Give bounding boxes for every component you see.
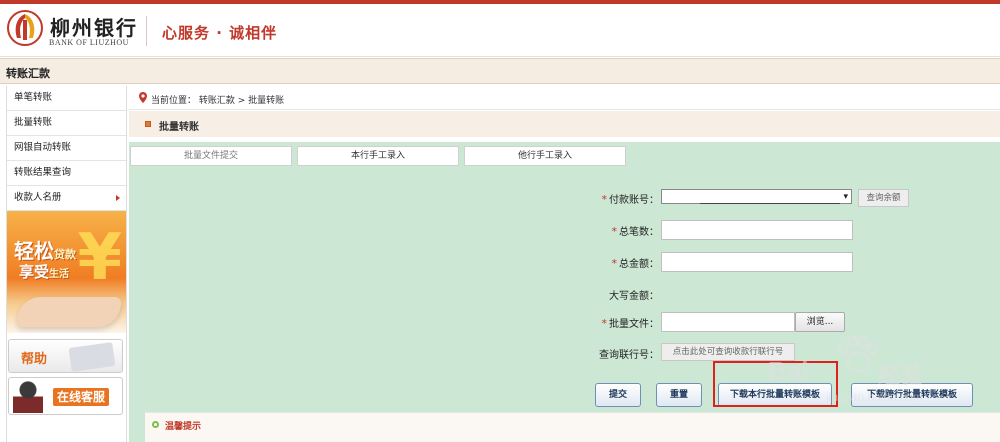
batch-file-label-text: 批量文件： xyxy=(609,319,659,330)
site-header: 柳州银行 BANK OF LIUZHOU 心服务 · 诚相伴 xyxy=(0,4,1000,57)
page-title: 批量转账 xyxy=(159,122,199,133)
tab-other-bank-manual[interactable]: 他行手工录入 xyxy=(464,146,626,166)
batch-file-input[interactable] xyxy=(661,312,795,332)
tab-batch-file-submit[interactable]: 批量文件提交 xyxy=(130,146,292,166)
slogan: 心服务 · 诚相伴 xyxy=(162,24,278,42)
total-amount-label: * 总金额： xyxy=(569,255,660,270)
select-underline xyxy=(700,203,840,204)
agent-icon xyxy=(13,380,43,413)
brand-name-cn: 柳州银行 xyxy=(50,16,138,40)
yen-icon: ¥ xyxy=(77,221,122,295)
section-title: 转账汇款 xyxy=(6,67,50,80)
page-title-bar: 批量转账 xyxy=(129,111,1000,137)
sidebar-item-label: 转账结果查询 xyxy=(14,167,72,178)
total-count-input[interactable] xyxy=(661,220,853,240)
submit-button[interactable]: 提交 xyxy=(595,383,641,407)
calculator-icon xyxy=(68,342,116,372)
download-other-template-button[interactable]: 下载跨行批量转账模板 xyxy=(851,383,973,407)
hand-illustration xyxy=(17,297,121,327)
promo-line-2-big: 享受 xyxy=(19,263,50,281)
query-balance-button[interactable]: 查询余额 xyxy=(858,189,909,207)
help-label: 帮助 xyxy=(21,352,48,367)
sidebar: 单笔转账 批量转账 网银自动转账 转账结果查询 收款人名册 ¥ 轻松贷款 享受生… xyxy=(6,86,127,442)
online-service-button[interactable]: 在线客服 xyxy=(8,377,123,415)
breadcrumb: 当前位置： 转账汇款 > 批量转账 xyxy=(129,86,1000,110)
total-amount-label-text: 总金额： xyxy=(619,259,659,270)
account-label-text: 付款账号： xyxy=(609,195,659,206)
sidebar-item-payee-list[interactable]: 收款人名册 xyxy=(7,186,126,211)
header-divider xyxy=(146,16,147,46)
query-bank-label: 查询联行号： xyxy=(599,350,659,361)
account-label: * 付款账号： xyxy=(569,191,660,206)
total-amount-input[interactable] xyxy=(661,252,853,272)
promo-line-1-small: 贷款 xyxy=(54,248,76,261)
sidebar-item-transfer-query[interactable]: 转账结果查询 xyxy=(7,161,126,186)
reset-button[interactable]: 重置 xyxy=(656,383,702,407)
brand-name-en: BANK OF LIUZHOU xyxy=(49,38,129,47)
required-star: * xyxy=(611,225,618,238)
browse-button[interactable]: 浏览... xyxy=(795,312,845,332)
promo-line-2: 享受生活 xyxy=(19,261,69,282)
sidebar-item-label: 单笔转账 xyxy=(14,92,53,103)
required-star: * xyxy=(611,257,618,270)
account-select[interactable]: ▾ xyxy=(661,189,852,204)
location-pin-icon xyxy=(139,92,147,103)
highlight-box xyxy=(713,361,838,407)
sidebar-item-label: 批量转账 xyxy=(14,117,53,128)
uppercase-amount-label: 大写金额： xyxy=(609,291,659,302)
query-bank-code-button[interactable]: 点击此处可查询收款行联行号 xyxy=(661,343,795,361)
form-panel: 批量文件提交 本行手工录入 他行手工录入 * 付款账号： ▾ 查询余额 * 总笔数：… xyxy=(129,142,1000,442)
sidebar-item-label: 网银自动转账 xyxy=(14,142,72,153)
promo-line-2-small: 生活 xyxy=(49,269,70,280)
required-star: * xyxy=(601,317,608,330)
breadcrumb-text: 当前位置： 转账汇款 > 批量转账 xyxy=(151,96,285,106)
tips-title: 温馨提示 xyxy=(165,422,202,432)
online-service-label: 在线客服 xyxy=(53,388,110,406)
sidebar-item-batch-transfer[interactable]: 批量转账 xyxy=(7,111,126,136)
sidebar-item-label: 收款人名册 xyxy=(14,192,62,203)
bank-logo-icon xyxy=(7,10,43,46)
square-bullet-icon xyxy=(145,121,151,127)
total-count-label-text: 总笔数： xyxy=(619,227,659,238)
tab-own-bank-manual[interactable]: 本行手工录入 xyxy=(297,146,459,166)
sidebar-item-auto-transfer[interactable]: 网银自动转账 xyxy=(7,136,126,161)
help-button[interactable]: 帮助 xyxy=(8,339,123,373)
main-content: 当前位置： 转账汇款 > 批量转账 批量转账 批量文件提交 本行手工录入 他行手… xyxy=(129,86,1000,442)
loan-promo-banner[interactable]: ¥ 轻松贷款 享受生活 xyxy=(7,211,126,333)
required-star: * xyxy=(601,193,608,206)
batch-file-label: * 批量文件： xyxy=(569,315,660,330)
chevron-down-icon: ▾ xyxy=(843,192,848,202)
sidebar-item-single-transfer[interactable]: 单笔转账 xyxy=(7,86,126,111)
tips-bullet-icon xyxy=(152,421,159,428)
section-bar: 转账汇款 xyxy=(0,58,1000,84)
chevron-right-icon xyxy=(116,195,120,201)
promo-line-1: 轻松贷款 xyxy=(14,235,76,264)
promo-line-1-big: 轻松 xyxy=(14,239,54,263)
tips-bar: 温馨提示 xyxy=(145,412,1000,442)
total-count-label: * 总笔数： xyxy=(569,223,660,238)
